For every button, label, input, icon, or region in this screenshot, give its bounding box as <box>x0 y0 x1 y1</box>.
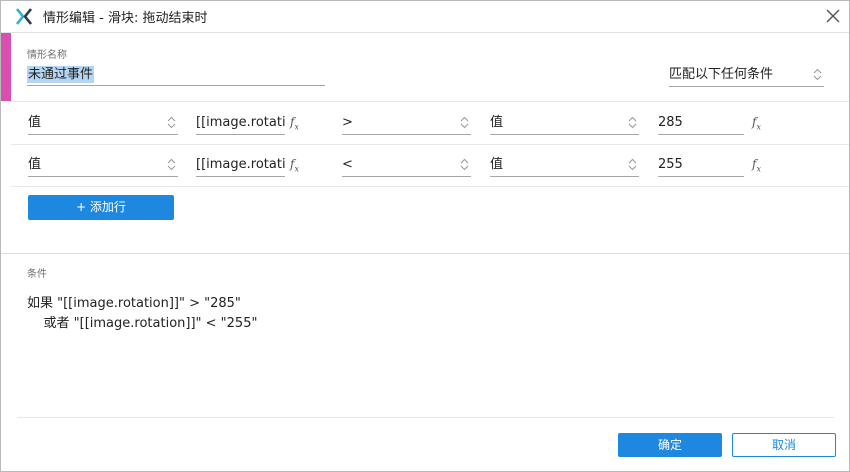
divider <box>11 186 849 187</box>
left-value-input[interactable]: [[image.rotation]] <box>196 154 285 177</box>
left-type-select[interactable]: 值 <box>28 154 178 177</box>
right-type-select[interactable]: 值 <box>490 154 639 177</box>
divider <box>11 101 849 102</box>
updown-icon <box>167 158 176 171</box>
right-value-text: 255 <box>658 157 683 172</box>
case-editor-dialog: 情形编辑 - 滑块: 拖动结束时 情形名称 未通过事件 匹配以下任何条件 值 [… <box>0 0 850 472</box>
match-mode-select[interactable]: 匹配以下任何条件 <box>669 64 824 87</box>
case-name-value: 未通过事件 <box>27 66 95 83</box>
title-bar: 情形编辑 - 滑块: 拖动结束时 <box>1 1 849 33</box>
fx-icon[interactable]: fx <box>290 115 299 131</box>
condition-text-line: 或者 "[[image.rotation]]" < "255" <box>27 316 258 331</box>
left-type-value: 值 <box>28 157 42 172</box>
updown-icon <box>460 116 469 129</box>
left-type-value: 值 <box>28 115 42 130</box>
right-type-value: 值 <box>490 157 504 172</box>
window-title: 情形编辑 - 滑块: 拖动结束时 <box>43 11 208 26</box>
fx-icon[interactable]: fx <box>752 115 761 131</box>
divider <box>17 417 834 418</box>
condition-text-line: 如果 "[[image.rotation]]" > "285" <box>27 296 241 311</box>
close-icon[interactable] <box>823 6 843 26</box>
operator-select[interactable]: < <box>342 154 471 177</box>
divider <box>11 144 849 145</box>
fx-icon[interactable]: fx <box>752 157 761 173</box>
operator-select[interactable]: > <box>342 112 471 135</box>
right-type-value: 值 <box>490 115 504 130</box>
operator-value: > <box>342 115 353 130</box>
left-value-text: [[image.rotation]] <box>196 115 285 130</box>
updown-icon <box>628 158 637 171</box>
updown-icon <box>628 116 637 129</box>
right-value-input[interactable]: 285 <box>658 112 744 135</box>
right-type-select[interactable]: 值 <box>490 112 639 135</box>
updown-icon <box>167 116 176 129</box>
case-color-bar <box>1 33 11 101</box>
updown-icon <box>460 158 469 171</box>
updown-icon <box>813 68 822 81</box>
left-value-text: [[image.rotation]] <box>196 157 285 172</box>
match-mode-value: 匹配以下任何条件 <box>669 67 774 82</box>
operator-value: < <box>342 157 353 172</box>
left-type-select[interactable]: 值 <box>28 112 178 135</box>
axure-logo-icon <box>16 8 32 25</box>
right-value-text: 285 <box>658 115 683 130</box>
add-row-button[interactable]: + 添加行 <box>28 195 174 220</box>
fx-icon[interactable]: fx <box>290 157 299 173</box>
case-name-label: 情形名称 <box>27 50 67 61</box>
left-value-input[interactable]: [[image.rotation]] <box>196 112 285 135</box>
right-value-input[interactable]: 255 <box>658 154 744 177</box>
ok-button[interactable]: 确定 <box>618 433 722 457</box>
divider <box>1 253 849 254</box>
conditions-label: 条件 <box>27 269 47 280</box>
cancel-button[interactable]: 取消 <box>732 433 836 457</box>
